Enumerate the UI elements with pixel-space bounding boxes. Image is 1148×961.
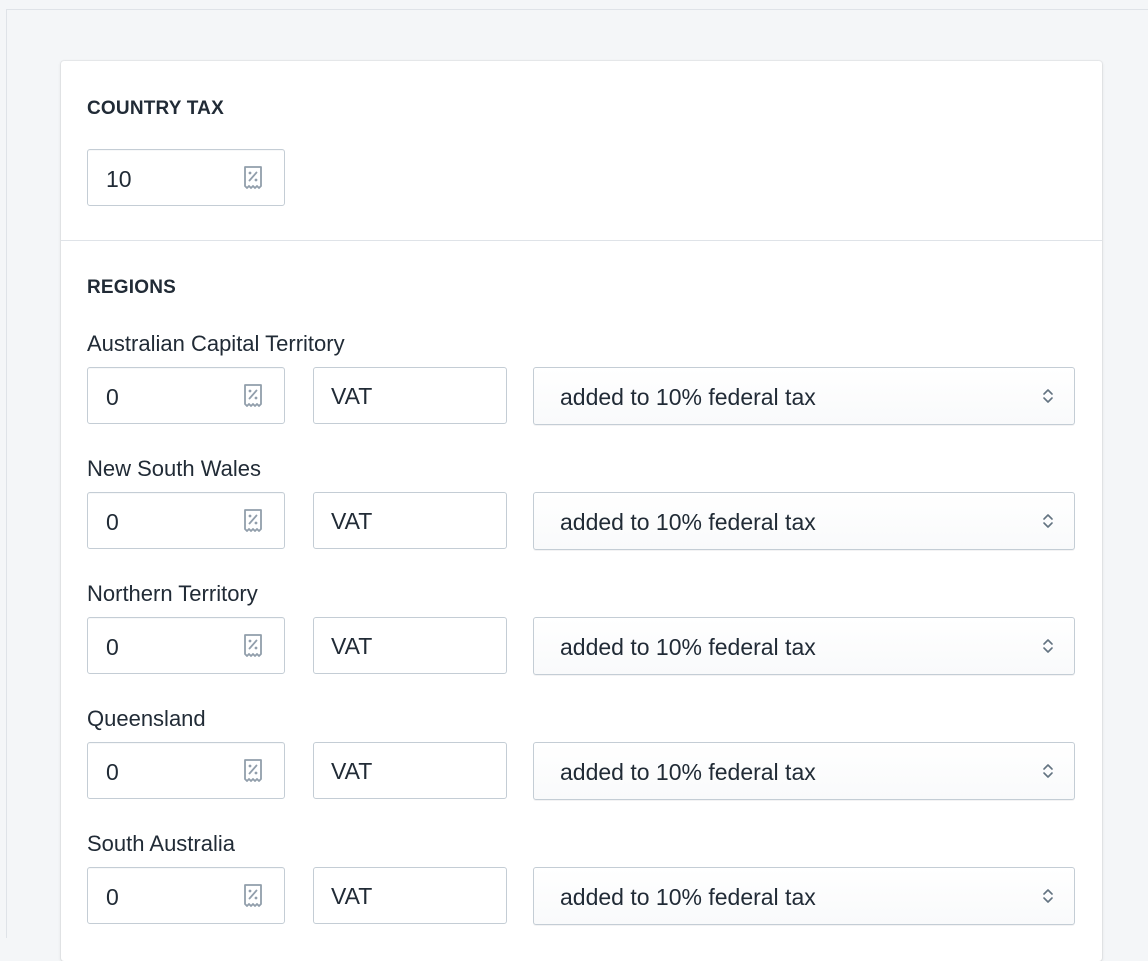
region-tax-mode-select[interactable]: added to 10% federal tax xyxy=(533,367,1075,425)
region-tax-mode-value: added to 10% federal tax xyxy=(560,384,816,410)
region-rate-input[interactable]: 0 xyxy=(87,492,285,549)
region-tax-mode-select[interactable]: added to 10% federal tax xyxy=(533,492,1075,550)
region-tax-name-value: VAT xyxy=(331,758,373,784)
tax-settings-card: COUNTRY TAX 10 REGIONS Australian Capita… xyxy=(61,61,1102,961)
region-tax-name-value: VAT xyxy=(331,508,373,534)
select-caret-icon xyxy=(1043,389,1053,403)
left-divider xyxy=(6,9,7,938)
percent-receipt-icon xyxy=(244,759,262,782)
country-tax-heading: COUNTRY TAX xyxy=(87,98,224,119)
region-rate-value: 0 xyxy=(106,509,119,535)
country-tax-rate-input[interactable]: 10 xyxy=(87,149,285,206)
percent-receipt-icon xyxy=(244,634,262,657)
select-caret-icon xyxy=(1043,514,1053,528)
region-tax-mode-value: added to 10% federal tax xyxy=(560,509,816,535)
region-tax-mode-select[interactable]: added to 10% federal tax xyxy=(533,617,1075,675)
region-tax-mode-value: added to 10% federal tax xyxy=(560,884,816,910)
region-rate-input[interactable]: 0 xyxy=(87,867,285,924)
region-rate-value: 0 xyxy=(106,384,119,410)
region-rate-value: 0 xyxy=(106,759,119,785)
region-tax-name-input[interactable]: VAT xyxy=(313,492,507,549)
region-tax-name-input[interactable]: VAT xyxy=(313,867,507,924)
percent-receipt-icon xyxy=(244,884,262,907)
select-caret-icon xyxy=(1043,764,1053,778)
percent-receipt-icon xyxy=(244,384,262,407)
region-name-label: South Australia xyxy=(87,831,235,856)
region-name-label: Northern Territory xyxy=(87,581,258,606)
region-tax-name-value: VAT xyxy=(331,883,373,909)
region-tax-name-input[interactable]: VAT xyxy=(313,742,507,799)
percent-receipt-icon xyxy=(244,509,262,532)
country-tax-rate-value: 10 xyxy=(106,166,132,192)
region-rate-value: 0 xyxy=(106,884,119,910)
region-tax-mode-value: added to 10% federal tax xyxy=(560,759,816,785)
region-name-label: New South Wales xyxy=(87,456,262,481)
regions-heading: REGIONS xyxy=(87,277,177,298)
region-tax-name-input[interactable]: VAT xyxy=(313,617,507,674)
region-tax-mode-select[interactable]: added to 10% federal tax xyxy=(533,867,1075,925)
country-tax-section: COUNTRY TAX 10 xyxy=(61,61,1102,241)
region-rate-input[interactable]: 0 xyxy=(87,742,285,799)
region-tax-name-value: VAT xyxy=(331,633,373,659)
top-divider xyxy=(6,9,1148,10)
region-tax-name-value: VAT xyxy=(331,383,373,409)
region-tax-mode-select[interactable]: added to 10% federal tax xyxy=(533,742,1075,800)
percent-receipt-icon xyxy=(244,166,262,189)
select-caret-icon xyxy=(1043,639,1053,653)
region-name-label: Queensland xyxy=(87,706,206,731)
region-name-label: Australian Capital Territory xyxy=(87,331,345,356)
region-rate-value: 0 xyxy=(106,634,119,660)
region-tax-mode-value: added to 10% federal tax xyxy=(560,634,816,660)
region-rate-input[interactable]: 0 xyxy=(87,617,285,674)
region-tax-name-input[interactable]: VAT xyxy=(313,367,507,424)
region-rate-input[interactable]: 0 xyxy=(87,367,285,424)
select-caret-icon xyxy=(1043,889,1053,903)
